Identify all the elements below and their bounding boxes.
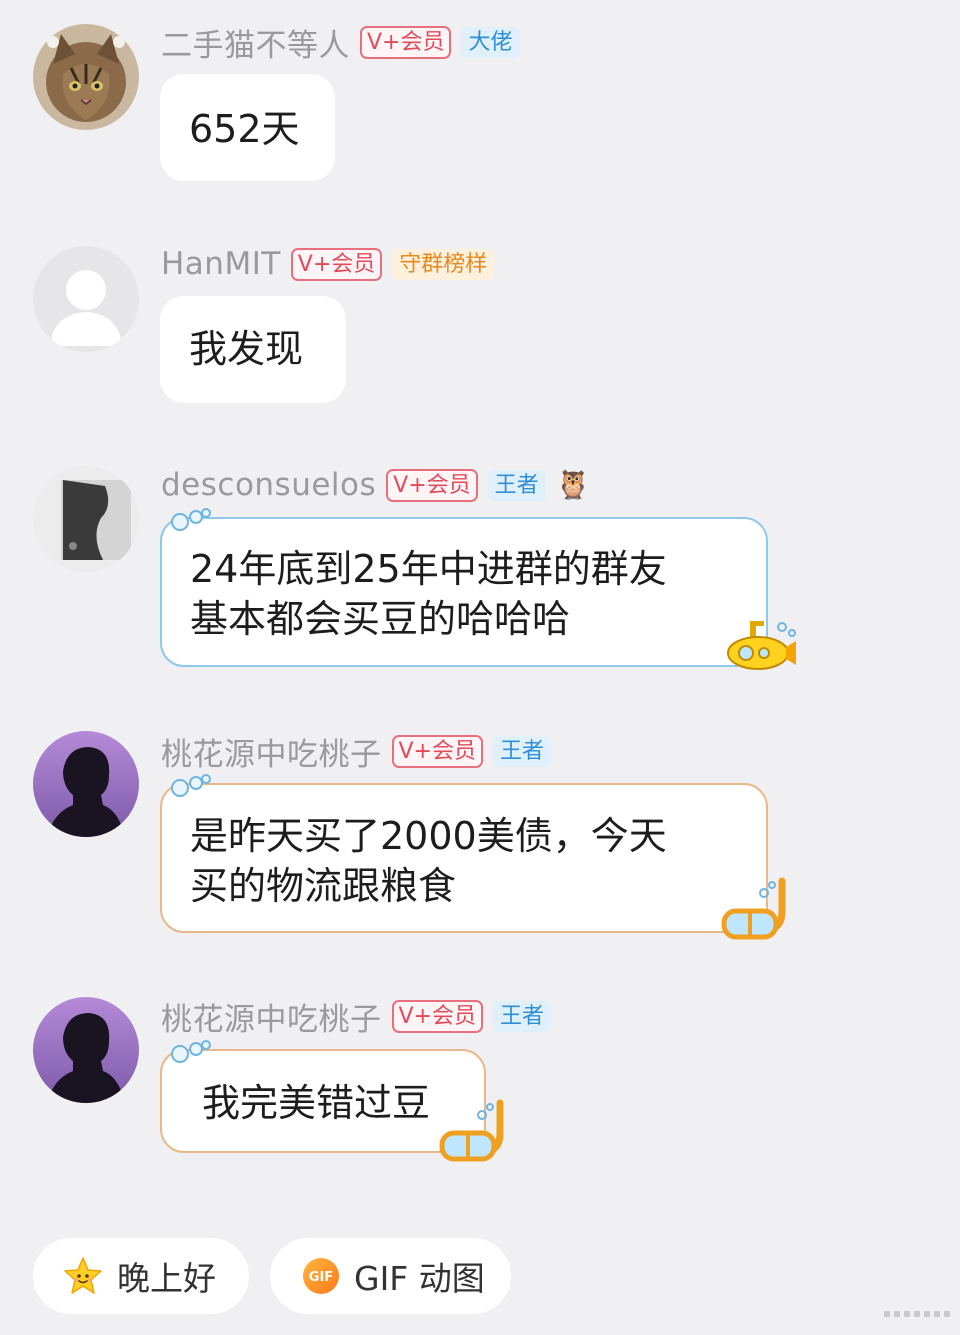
owl-icon: 🦉 <box>555 468 591 501</box>
username[interactable]: HanMIT <box>161 246 281 282</box>
avatar[interactable] <box>33 246 139 352</box>
gif-icon: GIF <box>302 1257 340 1295</box>
message-header: desconsuelos V+会员 王者 🦉 <box>161 465 591 505</box>
message-text: 是昨天买了2000美债，今天 买的物流跟粮食 <box>190 814 667 908</box>
message-header: 二手猫不等人 V+会员 大佬 <box>161 20 520 65</box>
message-text: 652天 <box>189 107 300 151</box>
watermark-dots <box>884 1311 950 1317</box>
snorkel-mask-icon <box>439 1099 504 1162</box>
avatar[interactable] <box>33 731 139 837</box>
rank-badge: 大佬 <box>461 26 520 58</box>
message-text: 我发现 <box>189 327 304 371</box>
default-user-icon <box>50 270 122 346</box>
quick-reply-good-evening[interactable]: 晚上好 <box>33 1238 249 1314</box>
smiling-star-icon <box>63 1256 103 1296</box>
username[interactable]: 桃花源中吃桃子 <box>161 729 382 774</box>
message-header: 桃花源中吃桃子 V+会员 王者 <box>161 729 551 774</box>
message-bubble[interactable]: 我发现 <box>160 296 346 403</box>
bubbles-decoration-icon <box>171 774 211 797</box>
vip-badge: V+会员 <box>290 247 383 281</box>
snorkel-mask-icon <box>721 877 786 940</box>
vip-badge: V+会员 <box>391 999 483 1033</box>
message-bubble[interactable]: 652天 <box>160 74 335 181</box>
quick-reply-label: GIF 动图 <box>354 1259 485 1298</box>
username[interactable]: desconsuelos <box>161 467 376 503</box>
rank-badge: 守群榜样 <box>392 248 495 280</box>
message-header: HanMIT V+会员 守群榜样 <box>161 244 495 284</box>
gif-icon-text: GIF <box>309 1270 333 1285</box>
vip-badge: V+会员 <box>386 468 478 502</box>
message-bubble[interactable]: 24年底到25年中进群的群友 基本都会买豆的哈哈哈 <box>160 508 796 670</box>
bubbles-decoration-icon <box>171 1040 211 1063</box>
rank-badge: 王者 <box>492 735 551 767</box>
quick-reply-gif[interactable]: GIF GIF 动图 <box>270 1238 511 1314</box>
message-bubble[interactable]: 是昨天买了2000美债，今天 买的物流跟粮食 <box>160 774 786 940</box>
username[interactable]: 二手猫不等人 <box>161 20 350 65</box>
bubbles-decoration-icon <box>171 508 211 531</box>
message-header: 桃花源中吃桃子 V+会员 王者 <box>161 994 551 1039</box>
message-text: 24年底到25年中进群的群友 基本都会买豆的哈哈哈 <box>190 547 667 641</box>
avatar[interactable] <box>33 466 139 572</box>
username[interactable]: 桃花源中吃桃子 <box>161 994 382 1039</box>
vip-badge: V+会员 <box>360 25 452 59</box>
rank-badge: 王者 <box>487 469 546 501</box>
quick-reply-label: 晚上好 <box>117 1259 216 1298</box>
rank-badge: 王者 <box>492 1000 551 1032</box>
message-bubble[interactable]: 我完美错过豆 <box>160 1040 504 1162</box>
submarine-icon <box>727 621 796 670</box>
avatar[interactable] <box>33 997 139 1103</box>
avatar[interactable] <box>33 24 139 130</box>
vip-badge: V+会员 <box>391 734 483 768</box>
